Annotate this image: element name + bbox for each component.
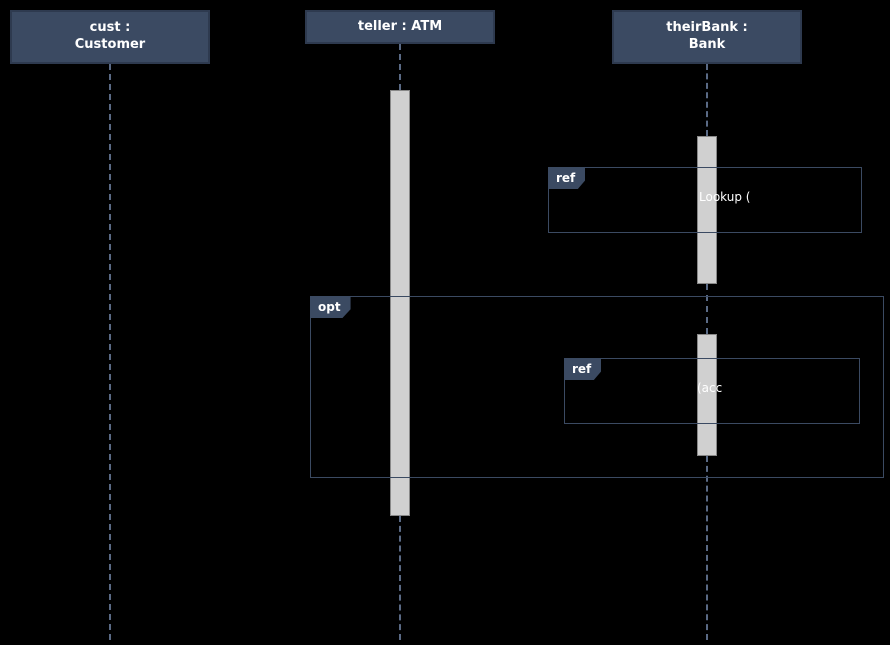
- lifeline-head-label: teller : ATM: [358, 19, 442, 36]
- lifeline-bank-top: [706, 64, 708, 136]
- lifeline-head-teller: teller : ATM: [305, 10, 495, 44]
- lifeline-head-label: cust :Customer: [75, 20, 145, 54]
- frame-ref-lookup: ref Lookup (: [548, 167, 862, 233]
- lifeline-teller-bottom: [399, 516, 401, 640]
- frame-tag-opt: opt: [310, 296, 351, 318]
- lifeline-head-bank: theirBank :Bank: [612, 10, 802, 64]
- lifeline-head-cust: cust :Customer: [10, 10, 210, 64]
- frame-text-ref2: (acc: [697, 381, 722, 395]
- frame-text-ref1: Lookup (: [699, 190, 750, 204]
- frame-ref-acc: ref (acc: [564, 358, 860, 424]
- lifeline-cust: [109, 64, 111, 640]
- lifeline-teller-top: [399, 44, 401, 90]
- frame-tag-ref1: ref: [548, 167, 585, 189]
- frame-tag-ref2: ref: [564, 358, 601, 380]
- lifeline-head-label: theirBank :Bank: [666, 20, 747, 54]
- sequence-diagram: cust :Customer teller : ATM theirBank :B…: [0, 0, 890, 645]
- lifeline-bank-bottom: [706, 456, 708, 640]
